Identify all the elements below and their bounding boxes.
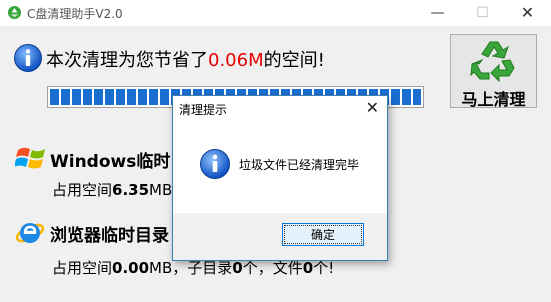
browser-temp-sep2: ，文件 <box>257 259 303 277</box>
dialog-footer: 确定 <box>173 213 387 260</box>
dialog-message: 垃圾文件已经清理完毕 <box>239 158 360 172</box>
windows-temp-label: 占用空间 <box>52 181 113 199</box>
dialog-title-bar[interactable]: 清理提示 ✕ <box>173 96 387 121</box>
browser-temp-unit: MB <box>149 259 173 277</box>
browser-temp-dirs-unit: 个 <box>242 259 258 277</box>
info-icon <box>14 44 42 72</box>
windows-temp-unit: MB <box>149 181 173 199</box>
summary-suffix: 的空间! <box>263 50 325 71</box>
close-button[interactable]: ✕ <box>505 0 550 26</box>
browser-temp-size: 0.00 <box>112 259 150 277</box>
summary-text: 本次清理为您节省了0.06M的空间! <box>46 46 325 72</box>
windows-logo-icon <box>15 147 45 169</box>
ok-button-label: 确定 <box>284 225 362 244</box>
dialog-close-button[interactable]: ✕ <box>366 98 379 117</box>
window-title: C盘清理助手V2.0 <box>27 7 123 21</box>
windows-temp-size: 6.35 <box>112 181 150 199</box>
app-recycle-icon <box>7 5 22 20</box>
cleanup-dialog: 清理提示 ✕ 垃圾文件已经清理完毕 确定 <box>172 95 388 261</box>
browser-temp-label: 占用空间 <box>52 259 113 277</box>
dialog-info-icon <box>200 149 230 179</box>
recycle-icon <box>470 41 515 83</box>
title-bar: C盘清理助手V2.0 — ☐ ✕ <box>0 0 551 26</box>
clean-now-label: 马上清理 <box>461 90 526 109</box>
maximize-button[interactable]: ☐ <box>460 0 505 26</box>
minimize-button[interactable]: — <box>415 0 460 26</box>
dialog-title: 清理提示 <box>179 103 228 117</box>
summary-prefix: 本次清理为您节省了 <box>46 50 208 71</box>
ok-button[interactable]: 确定 <box>282 223 364 246</box>
browser-temp-dirs: 0 <box>232 259 243 277</box>
dialog-body: 垃圾文件已经清理完毕 <box>173 121 387 213</box>
clean-now-button[interactable]: 马上清理 <box>450 34 537 109</box>
browser-temp-title: 浏览器临时目录 <box>50 226 169 246</box>
browser-temp-files-unit: 个! <box>313 259 335 277</box>
browser-temp-sep1: ，子目录 <box>172 259 233 277</box>
saved-amount: 0.06M <box>208 50 264 71</box>
internet-explorer-icon <box>15 223 45 243</box>
browser-temp-files: 0 <box>302 259 314 277</box>
windows-temp-stats: 占用空间6.35MB <box>52 179 172 200</box>
